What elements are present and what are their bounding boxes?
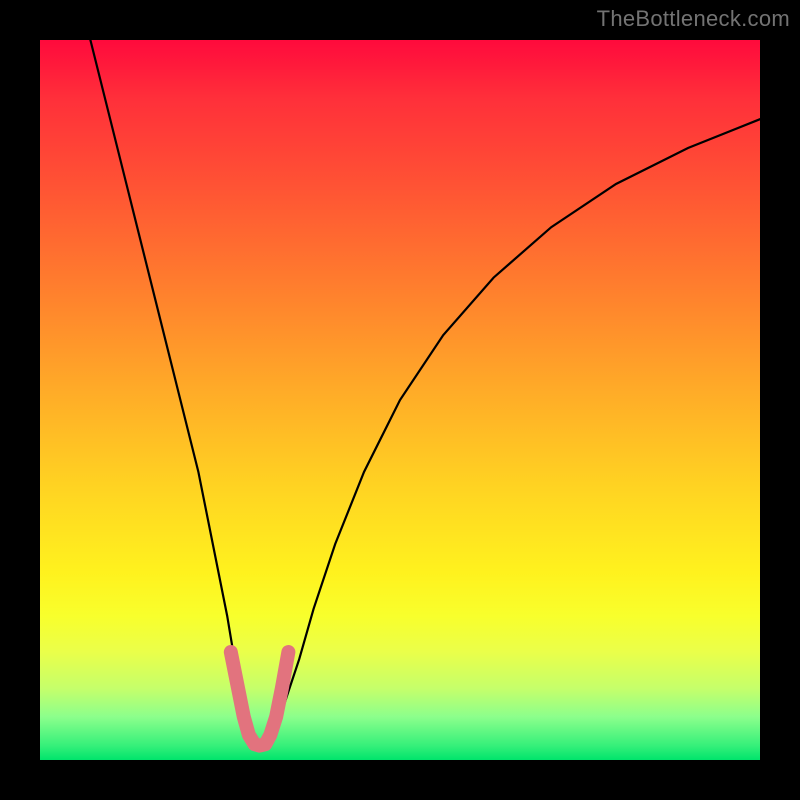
plot-area: [40, 40, 760, 760]
optimal-highlight: [231, 652, 289, 746]
watermark-text: TheBottleneck.com: [597, 6, 790, 32]
bottleneck-curve: [90, 40, 760, 746]
curve-layer: [40, 40, 760, 760]
chart-frame: TheBottleneck.com: [0, 0, 800, 800]
